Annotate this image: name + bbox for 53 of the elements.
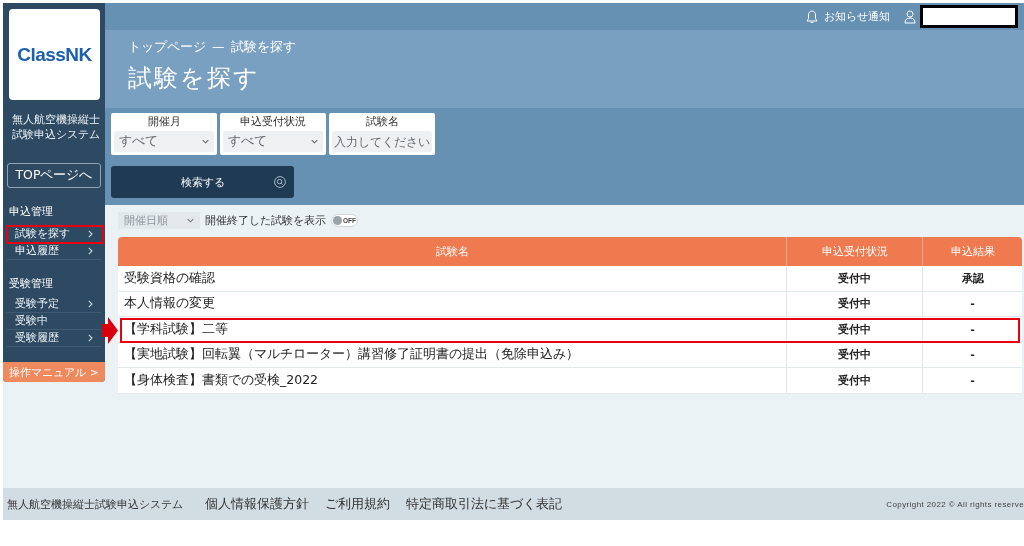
section-heading: 申込管理	[8, 204, 54, 219]
sidebar-item[interactable]: 受験履歴	[7, 330, 101, 347]
table-cell-text: 受験資格の確認	[123, 268, 216, 287]
filter-label: 開催月	[146, 115, 182, 128]
table-row[interactable]: 受験資格の確認 受付中 承認	[118, 266, 1022, 292]
sidebar-item[interactable]: 試験を探す	[7, 226, 101, 243]
breadcrumb-separator: —	[212, 39, 225, 55]
search-icon	[274, 176, 286, 188]
user-icon[interactable]	[904, 9, 916, 24]
table-row[interactable]: 【実地試験】回転翼（マルチローター）講習修了証明書の提出（免除申込み） 受付中 -	[118, 342, 1022, 368]
table-cell: 受付中	[786, 368, 922, 393]
table-row[interactable]: 本人情報の変更 受付中 -	[118, 291, 1022, 317]
sidebar-item[interactable]: 受験予定	[7, 296, 101, 313]
table-cell: 受付中	[786, 291, 922, 316]
table-cell: 受付中	[786, 342, 922, 367]
table-cell-text: 本人情報の変更	[123, 294, 216, 313]
table-cell: 受付中	[786, 317, 922, 342]
table-cell-text: 【実地試験】回転翼（マルチローター）講習修了証明書の提出（免除申込み）	[123, 345, 580, 364]
section-heading: 受験管理	[8, 276, 54, 291]
select-field[interactable]: すべて	[114, 131, 214, 152]
table-cell: 受付中	[786, 266, 922, 291]
caret-icon	[202, 139, 209, 144]
top-page-button[interactable]: TOPページへ	[7, 163, 101, 188]
sidebar-item[interactable]: 申込履歴	[7, 243, 101, 260]
search-button[interactable]: 検索する	[111, 166, 294, 198]
table-cell: -	[922, 368, 1022, 393]
footer-system-name: 無人航空機操縦士試験申込システム	[7, 496, 183, 512]
table-cell: -	[922, 317, 1022, 342]
table-cell: 承認	[922, 266, 1022, 291]
pointer-arrow	[102, 317, 118, 344]
copyright: Copyright 2022 © All rights reserve	[886, 499, 1024, 509]
sidebar-item[interactable]: 受験中	[7, 313, 101, 330]
footer-link[interactable]: 特定商取引法に基づく表記	[406, 495, 562, 513]
breadcrumb-current: 試験を探す	[230, 39, 296, 55]
system-name: 無人航空機操縦士試験申込システム	[12, 112, 101, 142]
page-title: 試験を探す	[128, 63, 261, 93]
caret-icon	[187, 218, 194, 223]
toggle-label: 開催終了した試験を表示	[205, 213, 326, 228]
footer-link[interactable]: 個人情報保護方針	[205, 495, 309, 513]
footer-link[interactable]: ご利用規約	[325, 495, 390, 513]
table-cell: -	[922, 342, 1022, 367]
table-row[interactable]: 【身体検査】書類での受検_2022 受付中 -	[118, 368, 1022, 394]
caret-icon	[311, 139, 318, 144]
column-header: 試験名	[434, 243, 470, 259]
select-field[interactable]: すべて	[223, 131, 323, 152]
table-cell-text: 【学科試験】二等	[123, 319, 229, 338]
filter-label: 申込受付状況	[239, 115, 307, 128]
logo: ClassNK	[9, 9, 100, 100]
text-field[interactable]: 入力してください	[332, 131, 432, 152]
bell-icon	[806, 9, 818, 24]
filter-label: 試験名	[364, 115, 400, 128]
table-cell-text: 【身体検査】書類での受検_2022	[123, 370, 320, 389]
table-cell: -	[922, 291, 1022, 316]
